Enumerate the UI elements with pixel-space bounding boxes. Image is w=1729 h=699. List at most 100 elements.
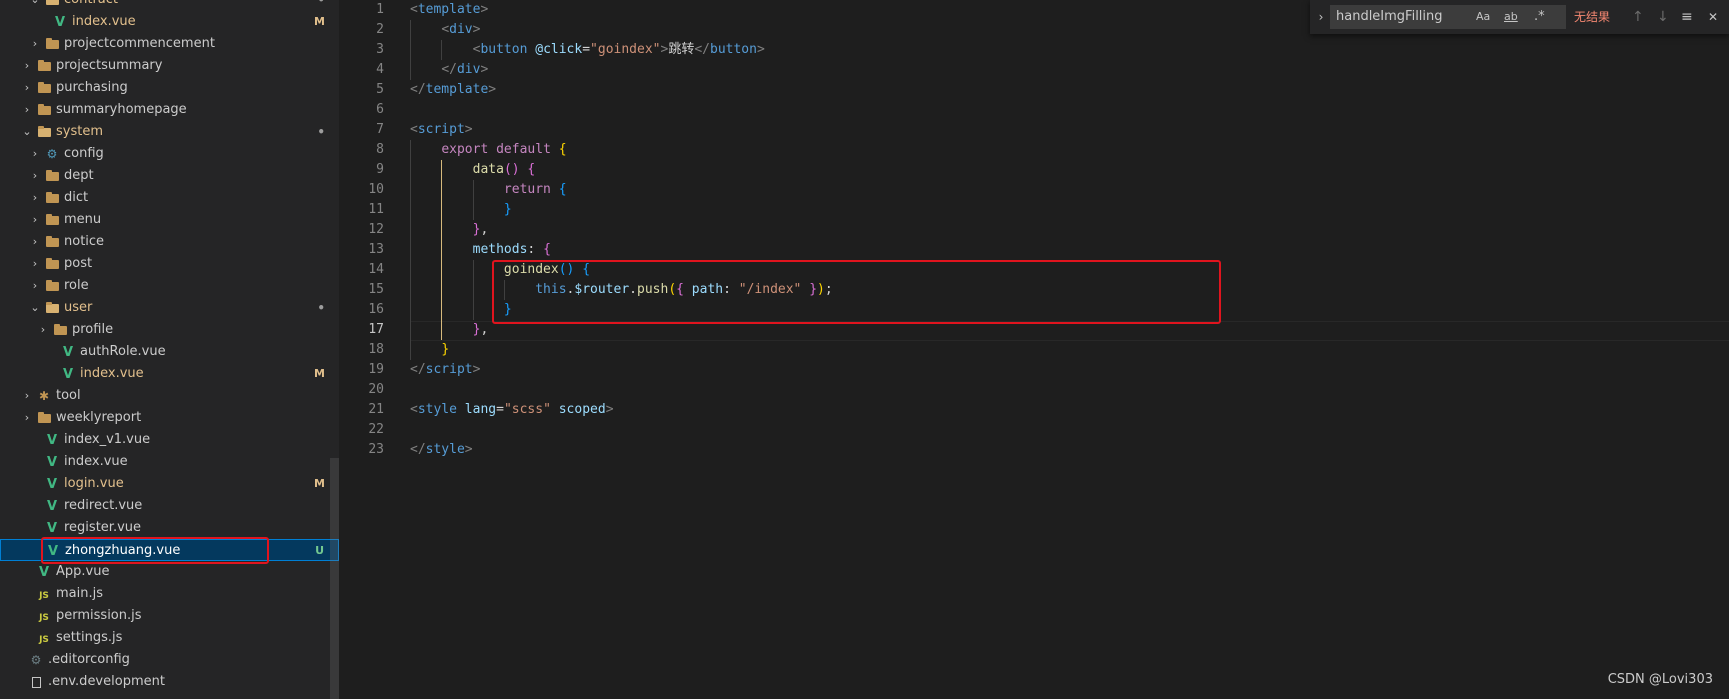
chevron-right-icon[interactable]: › bbox=[28, 253, 42, 275]
code-line[interactable]: export default { bbox=[410, 140, 566, 160]
find-result-count: 无结果 bbox=[1574, 10, 1611, 24]
modified-dot-badge: • bbox=[317, 301, 325, 315]
close-find-button[interactable]: ✕ bbox=[1708, 0, 1718, 34]
tree-item[interactable]: Vindex_v1.vue bbox=[0, 429, 339, 451]
chevron-right-icon[interactable]: › bbox=[28, 143, 42, 165]
tree-item[interactable]: V App.vue bbox=[0, 561, 339, 583]
chevron-right-icon[interactable]: › bbox=[20, 407, 34, 429]
tree-item[interactable]: › notice bbox=[0, 231, 339, 253]
next-match-button[interactable]: ↓ bbox=[1657, 0, 1669, 34]
tree-item[interactable]: › projectsummary bbox=[0, 55, 339, 77]
code-line[interactable]: </div> bbox=[410, 60, 488, 80]
vue-file-icon: V bbox=[46, 521, 58, 536]
line-number: 10 bbox=[368, 182, 384, 197]
chevron-right-icon[interactable]: › bbox=[28, 165, 42, 187]
tree-item[interactable]: › dept bbox=[0, 165, 339, 187]
chevron-down-icon[interactable]: ⌄ bbox=[20, 121, 34, 143]
tree-item[interactable]: ⌄ contract • bbox=[0, 0, 339, 11]
code-line[interactable]: <script> bbox=[410, 120, 473, 140]
tree-item[interactable]: JS main.js bbox=[0, 583, 339, 605]
code-line[interactable]: </template> bbox=[410, 80, 496, 100]
tree-item[interactable]: Vindex.vue M bbox=[0, 363, 339, 385]
line-number: 11 bbox=[368, 202, 384, 217]
vue-file-icon: V bbox=[46, 499, 58, 514]
tree-item-label: tool bbox=[56, 388, 81, 403]
find-input[interactable]: handleImgFilling Aa ab .* bbox=[1330, 5, 1566, 29]
chevron-right-icon[interactable]: › bbox=[20, 77, 34, 99]
sidebar-scrollbar[interactable] bbox=[330, 458, 339, 699]
tree-item[interactable]: .env.development bbox=[0, 671, 339, 693]
code-line[interactable]: <style lang="scss" scoped> bbox=[410, 400, 614, 420]
tree-item-label: index.vue bbox=[64, 454, 128, 469]
folder-icon bbox=[44, 275, 60, 297]
tree-item[interactable]: › purchasing bbox=[0, 77, 339, 99]
code-line[interactable]: <button @click="goindex">跳转</button> bbox=[410, 40, 765, 60]
toggle-replace-icon[interactable]: › bbox=[1314, 0, 1328, 34]
previous-match-button[interactable]: ↑ bbox=[1632, 0, 1644, 34]
code-line[interactable]: }, bbox=[410, 320, 489, 340]
tree-item[interactable]: VauthRole.vue bbox=[0, 341, 339, 363]
tree-item[interactable]: Vregister.vue bbox=[0, 517, 339, 539]
whole-word-toggle[interactable]: ab bbox=[1504, 5, 1518, 29]
code-line[interactable]: </script> bbox=[410, 360, 480, 380]
match-case-toggle[interactable]: Aa bbox=[1476, 5, 1490, 29]
folder-icon bbox=[36, 77, 52, 99]
chevron-right-icon[interactable]: › bbox=[28, 275, 42, 297]
tree-item[interactable]: Vindex.vue M bbox=[0, 11, 339, 33]
code-line[interactable]: data() { bbox=[410, 160, 536, 180]
chevron-right-icon[interactable]: › bbox=[20, 55, 34, 77]
tree-item[interactable]: ⌄ user • bbox=[0, 297, 339, 319]
config-folder-icon: ⚙ bbox=[46, 147, 58, 161]
chevron-right-icon[interactable]: › bbox=[28, 209, 42, 231]
tree-item[interactable]: ⌄ system • bbox=[0, 121, 339, 143]
find-in-selection-button[interactable]: ≡ bbox=[1681, 0, 1693, 34]
chevron-right-icon[interactable]: › bbox=[36, 319, 50, 341]
tree-item[interactable]: › role bbox=[0, 275, 339, 297]
tree-item[interactable]: › summaryhomepage bbox=[0, 99, 339, 121]
folder-open-icon bbox=[44, 297, 60, 319]
tool-folder-icon: ✱ bbox=[38, 389, 50, 403]
tree-item[interactable]: › dict bbox=[0, 187, 339, 209]
code-line[interactable]: </style> bbox=[410, 440, 473, 460]
tree-item[interactable]: Vredirect.vue bbox=[0, 495, 339, 517]
code-line[interactable]: }, bbox=[410, 220, 489, 240]
tree-item[interactable]: ⚙ .editorconfig bbox=[0, 649, 339, 671]
code-line[interactable]: } bbox=[410, 200, 512, 220]
tree-item[interactable]: › profile bbox=[0, 319, 339, 341]
tree-item[interactable]: JS settings.js bbox=[0, 627, 339, 649]
folder-icon bbox=[44, 209, 60, 231]
chevron-right-icon[interactable]: › bbox=[28, 187, 42, 209]
tree-item-label: user bbox=[64, 300, 93, 315]
folder-icon bbox=[44, 165, 60, 187]
line-number: 22 bbox=[368, 422, 384, 437]
code-line[interactable]: return { bbox=[410, 180, 567, 200]
tree-item[interactable]: › weeklyreport bbox=[0, 407, 339, 429]
chevron-right-icon[interactable]: › bbox=[28, 33, 42, 55]
code-line[interactable]: } bbox=[410, 340, 449, 360]
code-line[interactable]: <template> bbox=[410, 0, 488, 20]
chevron-right-icon[interactable]: › bbox=[28, 231, 42, 253]
chevron-down-icon[interactable]: ⌄ bbox=[28, 297, 42, 319]
tree-item[interactable]: › ⚙ config bbox=[0, 143, 339, 165]
tree-item[interactable]: › projectcommencement bbox=[0, 33, 339, 55]
line-number: 7 bbox=[376, 122, 384, 137]
chevron-down-icon[interactable]: ⌄ bbox=[28, 0, 42, 11]
code-editor[interactable]: 1 2 3 4 5 6 7 8 9 10 11 12 13 14 15 16 17 18 19 20 21 22 23 <t… bbox=[339, 0, 1729, 699]
tree-item-label: role bbox=[64, 278, 89, 293]
tree-item[interactable]: › menu bbox=[0, 209, 339, 231]
folder-icon bbox=[52, 319, 68, 341]
code-line[interactable]: methods: { bbox=[410, 240, 551, 260]
tree-item[interactable]: Vlogin.vue M bbox=[0, 473, 339, 495]
line-number: 2 bbox=[376, 22, 384, 37]
tree-item[interactable]: Vindex.vue bbox=[0, 451, 339, 473]
chevron-right-icon[interactable]: › bbox=[20, 99, 34, 121]
code-line[interactable]: <div> bbox=[410, 20, 480, 40]
chevron-right-icon[interactable]: › bbox=[20, 385, 34, 407]
regex-toggle[interactable]: .* bbox=[1534, 5, 1545, 29]
tree-item-label: projectcommencement bbox=[64, 36, 215, 51]
tree-item-label: menu bbox=[64, 212, 102, 227]
tree-item-label: settings.js bbox=[56, 630, 123, 645]
tree-item[interactable]: › ✱ tool bbox=[0, 385, 339, 407]
tree-item[interactable]: › post bbox=[0, 253, 339, 275]
tree-item[interactable]: JS permission.js bbox=[0, 605, 339, 627]
